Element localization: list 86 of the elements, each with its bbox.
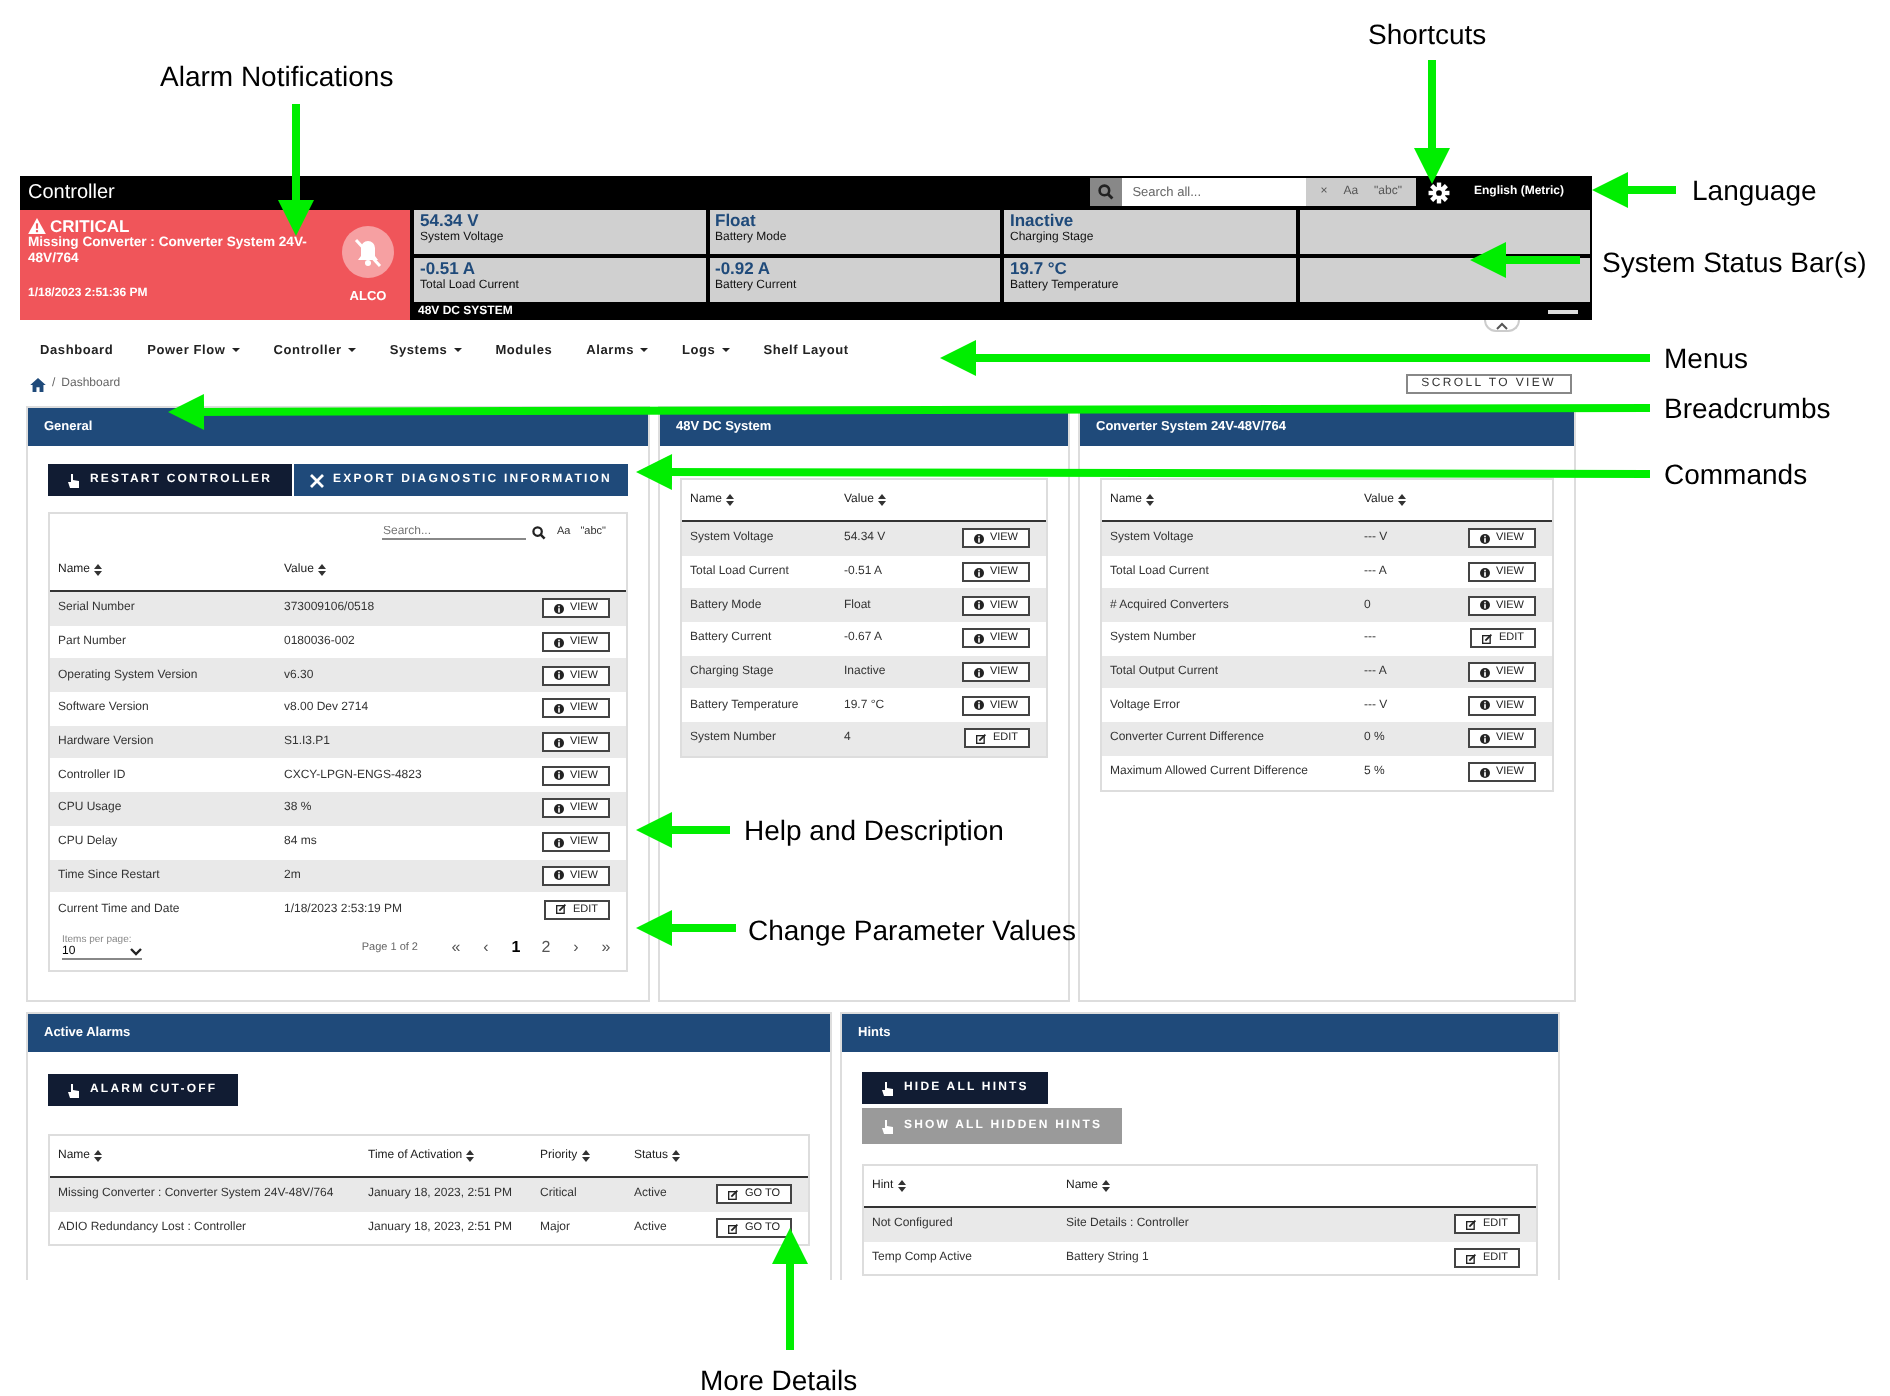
sort-icon[interactable]: [877, 494, 886, 506]
sort-icon[interactable]: [672, 1150, 681, 1162]
edit-icon: [1466, 1253, 1477, 1264]
sort-icon[interactable]: [1102, 1180, 1111, 1192]
callout-label: More Details: [700, 1364, 858, 1396]
info-icon: [1479, 533, 1490, 544]
settings-icon[interactable]: [1427, 181, 1450, 203]
chevron-down-icon: [130, 948, 142, 957]
sort-icon[interactable]: [726, 494, 735, 506]
hand-icon: [68, 473, 80, 487]
caret-icon: [453, 348, 462, 352]
sort-icon[interactable]: [94, 564, 103, 576]
search-icon[interactable]: [532, 525, 547, 539]
info-icon: [1479, 667, 1490, 678]
info-icon: [973, 667, 984, 678]
sort-icon[interactable]: [581, 1150, 590, 1162]
callout-label: Alarm Notifications: [160, 60, 394, 92]
sort-icon[interactable]: [466, 1150, 475, 1162]
info-icon: [553, 770, 564, 781]
caret-icon: [231, 348, 240, 352]
info-icon: [553, 637, 564, 648]
info-icon: [553, 703, 564, 714]
app-title: Controller: [28, 181, 117, 203]
info-icon: [553, 603, 564, 614]
home-icon[interactable]: [30, 377, 46, 391]
info-icon: [553, 803, 564, 814]
callout-label: Breadcrumbs: [1664, 392, 1831, 424]
callout-label: Help and Description: [744, 814, 1004, 846]
chevron-up-icon: [1496, 321, 1508, 329]
callout-arrow: [1414, 60, 1450, 184]
callout-arrow: [278, 104, 314, 236]
info-icon: [553, 670, 564, 681]
callout-label: Change Parameter Values: [748, 914, 1076, 946]
sort-icon[interactable]: [1146, 494, 1155, 506]
info-icon: [973, 567, 984, 578]
caret-icon: [347, 348, 356, 352]
callout-label: Commands: [1664, 458, 1808, 490]
edit-icon: [728, 1223, 739, 1234]
pagination-button[interactable]: 2: [538, 938, 554, 957]
pagination-button[interactable]: ‹: [478, 938, 494, 957]
pagination-button[interactable]: ›: [568, 938, 584, 957]
muted-bell-icon: [342, 226, 394, 278]
edit-icon: [556, 904, 567, 915]
sort-icon[interactable]: [317, 564, 326, 576]
sort-icon[interactable]: [897, 1180, 906, 1192]
collapse-tab[interactable]: [1484, 320, 1520, 332]
callout-label: Language: [1692, 174, 1817, 206]
info-icon: [973, 533, 984, 544]
pagination-button[interactable]: 1: [508, 938, 524, 957]
search-icon: [1098, 184, 1115, 200]
sort-icon[interactable]: [1397, 494, 1406, 506]
callout-arrow: [636, 910, 736, 946]
handle-icon[interactable]: [1548, 309, 1578, 313]
callout-label: Menus: [1664, 342, 1749, 374]
callout-arrow: [1592, 172, 1676, 208]
hand-icon: [882, 1081, 894, 1095]
callout-label: Shortcuts: [1368, 18, 1487, 50]
pagination-button[interactable]: »: [598, 938, 614, 957]
info-icon: [1479, 700, 1490, 711]
callout-arrow: [636, 812, 730, 848]
caret-icon: [640, 348, 648, 352]
warning-icon: [28, 218, 46, 234]
info-icon: [973, 633, 984, 644]
info-icon: [1479, 567, 1490, 578]
info-icon: [1479, 733, 1490, 744]
callout-arrow: [772, 1228, 808, 1350]
sort-icon[interactable]: [94, 1150, 103, 1162]
info-icon: [1479, 600, 1490, 611]
hand-icon: [882, 1119, 894, 1133]
edit-icon: [728, 1189, 739, 1200]
hand-icon: [68, 1083, 80, 1097]
edit-icon: [1482, 633, 1493, 644]
callout-arrow: [1470, 242, 1580, 278]
info-icon: [973, 600, 984, 611]
info-icon: [973, 700, 984, 711]
alarm-severity: CRITICAL: [28, 216, 402, 236]
edit-icon: [976, 733, 987, 744]
edit-icon: [1466, 1219, 1477, 1230]
info-icon: [553, 870, 564, 881]
search-button[interactable]: [1090, 178, 1123, 206]
info-icon: [553, 837, 564, 848]
pagination-button[interactable]: «: [448, 938, 464, 957]
caret-icon: [721, 348, 730, 352]
callout-label: System Status Bar(s): [1602, 246, 1867, 278]
info-icon: [553, 737, 564, 748]
info-icon: [1479, 767, 1490, 778]
